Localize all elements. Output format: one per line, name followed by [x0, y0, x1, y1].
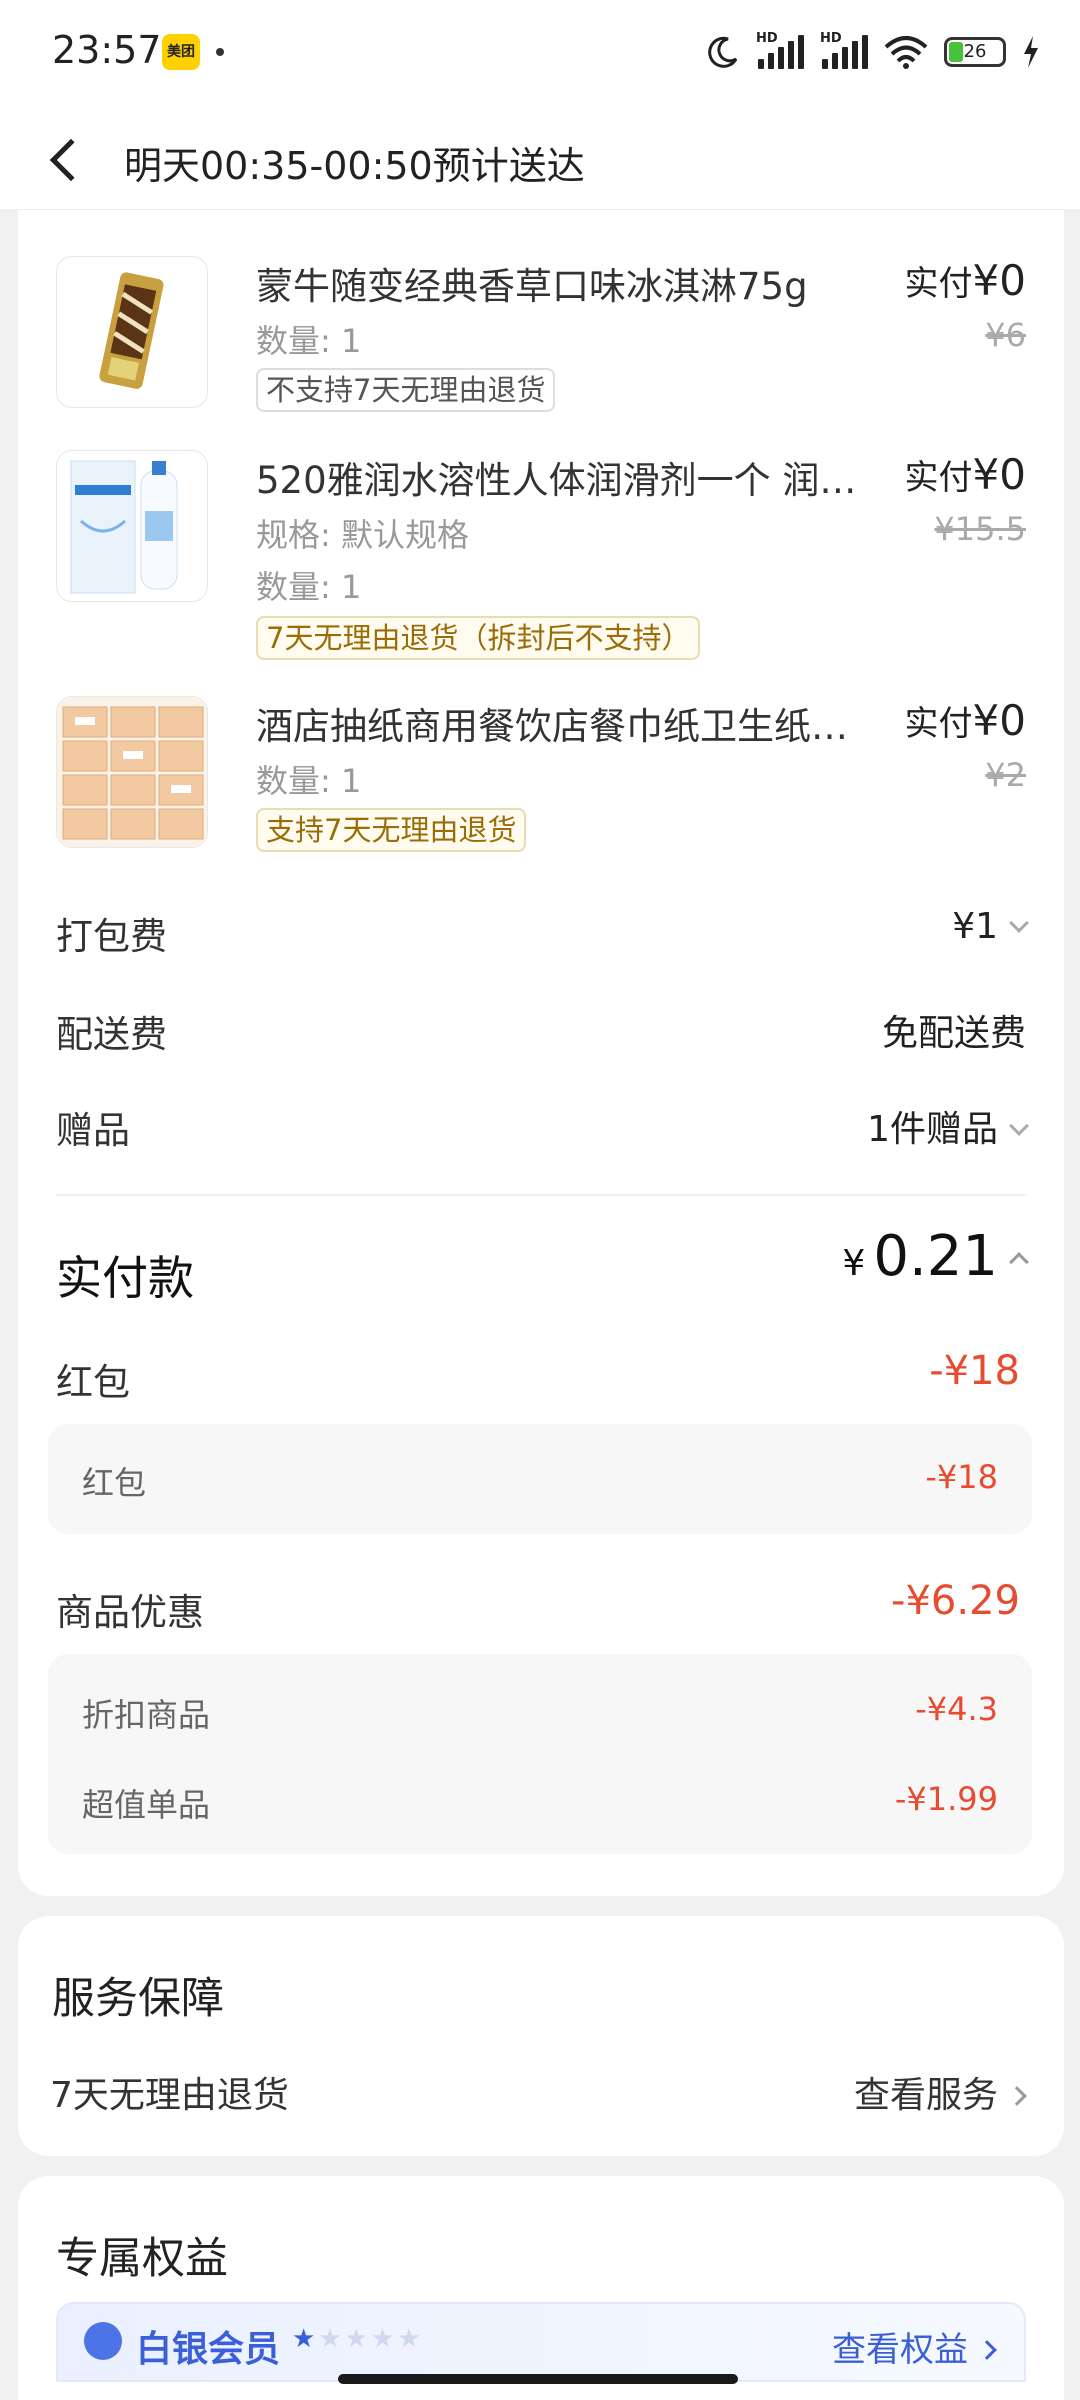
page-header: 明天00:35-00:50预计送达 [0, 105, 1080, 210]
product-image-lubricant[interactable] [56, 450, 208, 602]
member-level: 白银会员 [136, 2329, 281, 2370]
product-discount-label: 商品优惠 [56, 1591, 204, 1634]
gift-label: 赠品 [56, 1109, 130, 1152]
gift-row[interactable]: 赠品 1件赠品 [56, 1094, 1029, 1154]
delivery-fee-row: 配送费 免配送费 [56, 998, 1026, 1058]
product-quantity: 数量: 1 [256, 568, 362, 606]
notification-dot-icon [216, 48, 224, 56]
discount-detail-row: 超值单品 -¥1.99 [82, 1776, 998, 1826]
return-policy-tag: 7天无理由退货（拆封后不支持） [256, 616, 701, 660]
red-packet-detail: 红包 -¥18 [48, 1424, 1032, 1534]
membership-bar[interactable]: 白银会员 ★★★★★ 查看权益 [56, 2302, 1026, 2382]
detail-label: 超值单品 [82, 1786, 211, 1824]
view-benefits-link[interactable]: 查看权益 [832, 2322, 997, 2371]
product-title[interactable]: 520雅润水溶性人体润滑剂一个 润… [256, 450, 866, 504]
delivery-fee-label: 配送费 [56, 1013, 167, 1056]
packing-fee-row[interactable]: 打包费 ¥1 [56, 900, 1029, 960]
signal-icon-2: HD [820, 31, 868, 69]
status-icons: HD HD 26 [706, 30, 1040, 74]
list-item[interactable]: 520雅润水溶性人体润滑剂一个 润… 规格: 默认规格 数量: 1 7天无理由退… [56, 450, 1026, 660]
product-discount-value: -¥6.29 [891, 1578, 1020, 1624]
meituan-app-icon: 美团 [162, 34, 200, 70]
original-price: ¥2 [985, 756, 1026, 794]
product-title[interactable]: 酒店抽纸商用餐饮店餐巾纸卫生纸… [256, 696, 866, 750]
battery-icon: 26 [944, 37, 1006, 67]
divider [56, 1194, 1026, 1196]
service-title: 服务保障 [52, 1974, 224, 2024]
paid-price: 实付¥0 [904, 696, 1026, 745]
red-packet-value: -¥18 [929, 1348, 1020, 1394]
list-item[interactable]: 蒙牛随变经典香草口味冰淇淋75g 数量: 1 不支持7天无理由退货 实付¥0 ¥… [56, 256, 1026, 416]
detail-label: 红包 [82, 1464, 147, 1502]
member-badge-icon [84, 2322, 122, 2360]
back-icon[interactable] [49, 138, 93, 182]
chevron-right-icon [1007, 2086, 1027, 2106]
product-discount-row: 商品优惠 -¥6.29 [56, 1576, 1020, 1636]
order-detail-card: 蒙牛随变经典香草口味冰淇淋75g 数量: 1 不支持7天无理由退货 实付¥0 ¥… [18, 210, 1064, 1896]
perks-title: 专属权益 [56, 2234, 228, 2284]
red-packet-label: 红包 [56, 1361, 130, 1404]
red-packet-detail-row: 红包 -¥18 [82, 1454, 998, 1504]
return-policy-tag: 支持7天无理由退货 [256, 808, 527, 852]
product-discount-detail: 折扣商品 -¥4.3 超值单品 -¥1.99 [48, 1654, 1032, 1854]
product-image-tissue[interactable] [56, 696, 208, 848]
product-spec: 规格: 默认规格 [256, 516, 469, 554]
red-packet-row: 红包 -¥18 [56, 1346, 1020, 1406]
product-title[interactable]: 蒙牛随变经典香草口味冰淇淋75g [256, 256, 816, 310]
product-image-icecream[interactable] [56, 256, 208, 408]
detail-label: 折扣商品 [82, 1696, 211, 1734]
paid-price: 实付¥0 [904, 450, 1026, 499]
view-service-link[interactable]: 查看服务 [854, 2066, 1027, 2118]
detail-value: -¥4.3 [915, 1690, 998, 1728]
product-quantity: 数量: 1 [256, 322, 362, 360]
member-stars: ★★★★★ [292, 2324, 424, 2354]
total-label: 实付款 [56, 1251, 194, 1305]
wifi-icon [884, 36, 928, 69]
status-bar: 23:57 美团 HD HD 26 [0, 0, 1080, 105]
moon-icon [708, 36, 738, 68]
detail-value: -¥18 [925, 1458, 998, 1496]
paid-price: 实付¥0 [904, 256, 1026, 305]
packing-fee-value: ¥1 [952, 906, 1029, 947]
original-price: ¥15.5 [934, 510, 1026, 548]
page-title: 明天00:35-00:50预计送达 [124, 144, 585, 188]
chevron-right-icon [977, 2340, 997, 2360]
chevron-down-icon[interactable] [1009, 913, 1029, 933]
exclusive-perks-card: 专属权益 白银会员 ★★★★★ 查看权益 [18, 2176, 1064, 2400]
product-quantity: 数量: 1 [256, 762, 362, 800]
home-indicator[interactable] [338, 2374, 738, 2384]
chevron-up-icon[interactable] [1009, 1252, 1029, 1272]
detail-value: -¥1.99 [894, 1780, 998, 1818]
total-payment-row[interactable]: 实付款 ¥0.21 [56, 1224, 1029, 1305]
service-guarantee-card: 服务保障 7天无理由退货 查看服务 [18, 1916, 1064, 2156]
packing-fee-label: 打包费 [56, 915, 167, 958]
total-amount: ¥0.21 [842, 1224, 1029, 1289]
delivery-fee-value: 免配送费 [881, 1013, 1026, 1054]
charging-icon [1024, 36, 1038, 68]
service-row[interactable]: 7天无理由退货 查看服务 [50, 2060, 1034, 2120]
discount-detail-row: 折扣商品 -¥4.3 [82, 1686, 998, 1736]
chevron-down-icon[interactable] [1009, 1116, 1029, 1136]
list-item[interactable]: 酒店抽纸商用餐饮店餐巾纸卫生纸… 数量: 1 支持7天无理由退货 实付¥0 ¥2 [56, 696, 1026, 856]
status-time: 23:57 [52, 28, 162, 72]
gift-value: 1件赠品 [867, 1100, 1029, 1152]
service-label: 7天无理由退货 [50, 2075, 289, 2116]
original-price: ¥6 [985, 316, 1026, 354]
signal-icon-1: HD [756, 31, 804, 69]
return-policy-tag: 不支持7天无理由退货 [256, 368, 556, 412]
